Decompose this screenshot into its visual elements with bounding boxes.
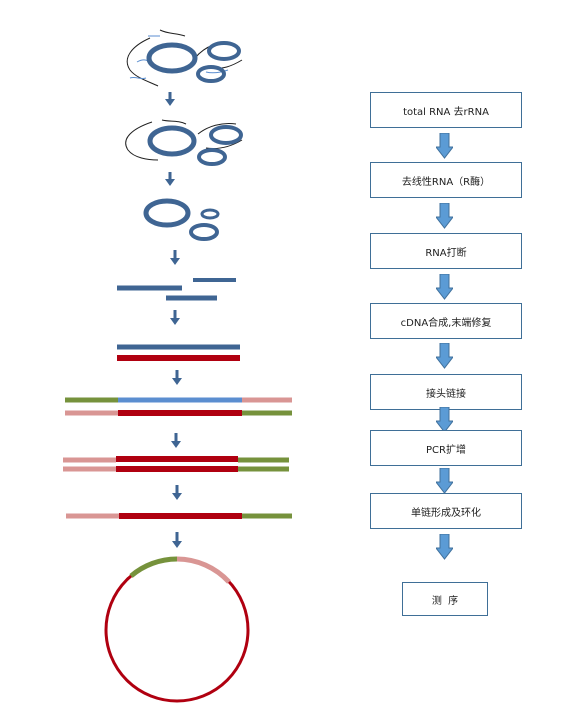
step-label: total RNA 去rRNA — [403, 106, 489, 118]
down-arrow-icon — [436, 203, 453, 229]
stage-linear-rna-removed — [143, 198, 220, 241]
circular-rna — [146, 42, 198, 74]
step-label: cDNA合成,末端修复 — [400, 317, 492, 329]
adapter-pink — [176, 556, 231, 584]
flow-arrow-head — [172, 541, 182, 548]
stage-pcr — [63, 456, 289, 472]
step-label: 单链形成及环化 — [411, 507, 481, 519]
flow-arrow-head — [172, 493, 182, 500]
stage-adapter-ligation — [65, 397, 292, 416]
step-box-sequencing: 测 序 — [402, 582, 488, 616]
step-box-adapter-ligation: 接头链接 — [370, 374, 522, 410]
step-label: PCR扩增 — [426, 444, 466, 456]
stage-rna-fragments — [117, 278, 236, 301]
circular-rna — [209, 125, 243, 145]
stage-rrna-removed — [125, 119, 243, 166]
step-box-cdna-synthesis: cDNA合成,末端修复 — [370, 303, 522, 339]
circular-rna — [143, 198, 191, 228]
flow-arrow-head — [165, 179, 175, 186]
circular-rna — [207, 41, 241, 61]
step-label: RNA打断 — [425, 247, 467, 259]
down-arrow-icon — [436, 274, 453, 300]
step-label: 接头链接 — [426, 388, 466, 400]
linear-rna-strand — [161, 119, 187, 125]
linear-rna-strand — [159, 29, 186, 37]
circular-rna — [147, 125, 197, 157]
stage-circularized — [104, 556, 250, 703]
flow-arrow-head — [172, 378, 182, 385]
step-box-linear-rna-removal: 去线性RNA（R酶） — [370, 162, 522, 198]
flow-arrow-head — [165, 99, 175, 106]
flow-arrow-head — [171, 441, 181, 448]
flow-arrow-head — [170, 258, 180, 265]
step-box-rna-fragmentation: RNA打断 — [370, 233, 522, 269]
stage-total-rna — [126, 29, 243, 87]
circular-rna — [200, 208, 220, 220]
down-arrow-icon — [436, 534, 453, 560]
down-arrow-icon — [436, 133, 453, 159]
step-label: 去线性RNA（R酶） — [401, 176, 491, 188]
down-arrow-icon — [436, 468, 453, 494]
step-box-pcr-amplification: PCR扩增 — [370, 430, 522, 466]
circular-rna — [196, 65, 226, 83]
rrna-fragment — [129, 76, 147, 80]
adapter-green — [129, 556, 178, 578]
step-label: 测 序 — [431, 595, 459, 607]
step-box-rrna-removal: total RNA 去rRNA — [370, 92, 522, 128]
linear-rna-strand — [125, 121, 159, 161]
down-arrow-icon — [436, 343, 453, 369]
step-box-circularization: 单链形成及环化 — [370, 493, 522, 529]
flow-arrow-head — [170, 318, 180, 325]
stage-cdna — [117, 344, 240, 361]
circular-rna — [197, 148, 227, 166]
circular-rna — [189, 223, 219, 241]
